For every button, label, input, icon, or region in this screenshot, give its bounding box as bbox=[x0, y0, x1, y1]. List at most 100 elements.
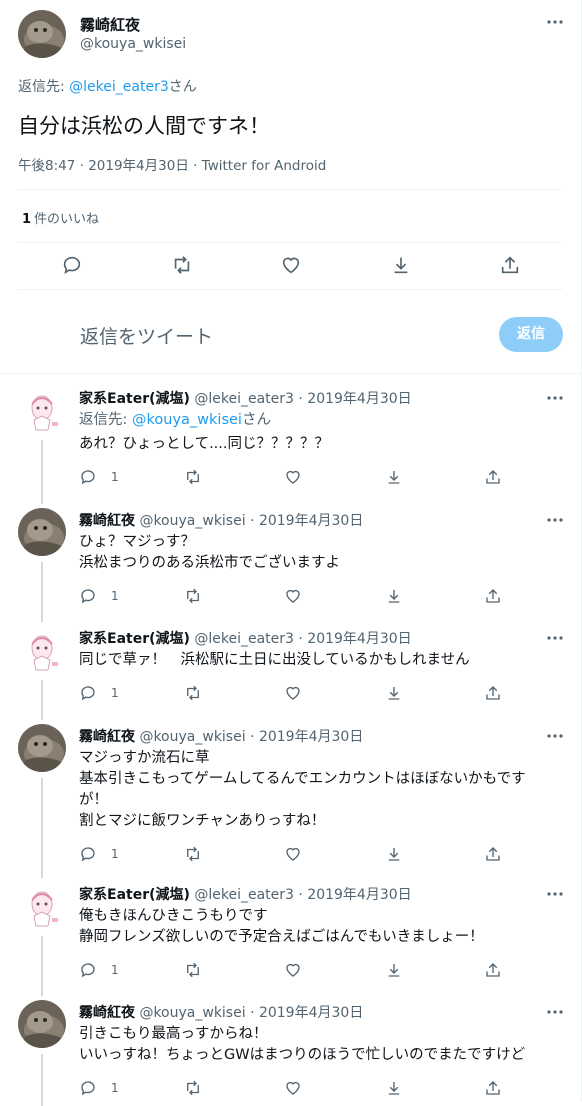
reply-display-name[interactable]: 霧崎紅夜 bbox=[79, 729, 135, 745]
retweet-action[interactable] bbox=[184, 683, 202, 703]
retweet-icon[interactable] bbox=[184, 587, 202, 605]
reply-date[interactable]: · 2019年4月30日 bbox=[298, 391, 411, 407]
bookmark-icon[interactable] bbox=[385, 961, 403, 979]
bookmark-icon[interactable] bbox=[385, 587, 403, 605]
more-options-icon[interactable] bbox=[545, 628, 565, 648]
reply-avatar[interactable] bbox=[18, 508, 66, 556]
share-action[interactable] bbox=[484, 683, 502, 703]
like-action[interactable] bbox=[284, 586, 302, 606]
reply-date[interactable]: · 2019年4月30日 bbox=[250, 513, 363, 529]
reply-icon[interactable] bbox=[79, 961, 97, 979]
reply-handle[interactable]: @lekei_eater3 bbox=[194, 391, 294, 407]
retweet-action[interactable] bbox=[184, 960, 202, 980]
reply-avatar[interactable] bbox=[18, 724, 66, 772]
share-icon[interactable] bbox=[484, 961, 502, 979]
retweet-icon[interactable] bbox=[184, 468, 202, 486]
like-action[interactable] bbox=[284, 960, 302, 980]
share-icon[interactable] bbox=[484, 845, 502, 863]
bookmark-icon[interactable] bbox=[385, 684, 403, 702]
reply-avatar[interactable] bbox=[18, 882, 66, 930]
reply-action[interactable]: 1 bbox=[79, 1078, 119, 1098]
more-options-icon[interactable] bbox=[545, 1002, 565, 1022]
bookmark-action[interactable] bbox=[385, 586, 403, 606]
bookmark-icon[interactable] bbox=[385, 845, 403, 863]
retweet-icon[interactable] bbox=[184, 961, 202, 979]
share-action[interactable] bbox=[484, 467, 502, 487]
reply-action[interactable]: 1 bbox=[79, 960, 119, 980]
main-display-name[interactable]: 霧崎紅夜 bbox=[80, 14, 140, 35]
bookmark-action[interactable] bbox=[385, 960, 403, 980]
reply-to-handle-link[interactable]: @kouya_wkisei bbox=[132, 412, 242, 428]
reply-avatar[interactable] bbox=[18, 626, 66, 674]
reply-icon[interactable] bbox=[79, 468, 97, 486]
bookmark-action[interactable] bbox=[385, 683, 403, 703]
reply-display-name[interactable]: 家系Eater(減塩) bbox=[79, 631, 190, 647]
reply-avatar[interactable] bbox=[18, 386, 66, 434]
bookmark-action[interactable] bbox=[385, 467, 403, 487]
reply-handle[interactable]: @kouya_wkisei bbox=[139, 1005, 245, 1021]
retweet-icon[interactable] bbox=[184, 1079, 202, 1097]
retweet-action[interactable] bbox=[184, 586, 202, 606]
reply-handle[interactable]: @lekei_eater3 bbox=[194, 887, 294, 903]
reply-date[interactable]: · 2019年4月30日 bbox=[250, 729, 363, 745]
reply-action[interactable]: 1 bbox=[79, 467, 119, 487]
reply-icon[interactable] bbox=[79, 587, 97, 605]
more-options-icon[interactable] bbox=[545, 510, 565, 530]
retweet-icon[interactable] bbox=[184, 845, 202, 863]
like-action[interactable] bbox=[284, 844, 302, 864]
share-icon[interactable] bbox=[484, 468, 502, 486]
reply-handle[interactable]: @lekei_eater3 bbox=[194, 631, 294, 647]
retweet-icon[interactable] bbox=[171, 254, 193, 276]
reply-action[interactable]: 1 bbox=[79, 683, 119, 703]
share-action[interactable] bbox=[484, 586, 502, 606]
bookmark-action[interactable] bbox=[385, 844, 403, 864]
reply-action[interactable]: 1 bbox=[79, 586, 119, 606]
share-action[interactable] bbox=[484, 960, 502, 980]
reply-to-handle-link[interactable]: @lekei_eater3 bbox=[69, 79, 169, 95]
reply-handle[interactable]: @kouya_wkisei bbox=[139, 513, 245, 529]
reply-display-name[interactable]: 家系Eater(減塩) bbox=[79, 887, 190, 903]
share-icon[interactable] bbox=[499, 254, 521, 276]
likes-count[interactable]: 1 件のいいね bbox=[22, 208, 99, 227]
reply-button[interactable]: 返信 bbox=[499, 317, 563, 352]
like-icon[interactable] bbox=[284, 845, 302, 863]
like-icon[interactable] bbox=[284, 587, 302, 605]
like-icon[interactable] bbox=[280, 254, 302, 276]
retweet-icon[interactable] bbox=[184, 684, 202, 702]
more-options-icon[interactable] bbox=[545, 12, 565, 32]
reply-icon[interactable] bbox=[79, 684, 97, 702]
like-action[interactable] bbox=[284, 1078, 302, 1098]
share-icon[interactable] bbox=[484, 684, 502, 702]
share-action[interactable] bbox=[484, 1078, 502, 1098]
bookmark-action[interactable] bbox=[385, 1078, 403, 1098]
more-options-icon[interactable] bbox=[545, 388, 565, 408]
reply-display-name[interactable]: 霧崎紅夜 bbox=[79, 1005, 135, 1021]
reply-icon[interactable] bbox=[79, 845, 97, 863]
more-options-icon[interactable] bbox=[545, 884, 565, 904]
retweet-action[interactable] bbox=[184, 844, 202, 864]
main-tweet-timestamp[interactable]: 午後8:47 · 2019年4月30日 · Twitter for Androi… bbox=[18, 154, 326, 174]
share-action[interactable] bbox=[484, 844, 502, 864]
reply-date[interactable]: · 2019年4月30日 bbox=[250, 1005, 363, 1021]
bookmark-icon[interactable] bbox=[385, 468, 403, 486]
like-icon[interactable] bbox=[284, 468, 302, 486]
retweet-action[interactable] bbox=[184, 1078, 202, 1098]
main-handle[interactable]: @kouya_wkisei bbox=[80, 36, 186, 52]
reply-action[interactable]: 1 bbox=[79, 844, 119, 864]
reply-avatar[interactable] bbox=[18, 1000, 66, 1048]
reply-handle[interactable]: @kouya_wkisei bbox=[139, 729, 245, 745]
reply-icon[interactable] bbox=[61, 254, 83, 276]
like-icon[interactable] bbox=[284, 1079, 302, 1097]
more-options-icon[interactable] bbox=[545, 726, 565, 746]
like-action[interactable] bbox=[284, 467, 302, 487]
reply-icon[interactable] bbox=[79, 1079, 97, 1097]
bookmark-icon[interactable] bbox=[385, 1079, 403, 1097]
reply-display-name[interactable]: 霧崎紅夜 bbox=[79, 513, 135, 529]
reply-date[interactable]: · 2019年4月30日 bbox=[298, 631, 411, 647]
retweet-action[interactable] bbox=[184, 467, 202, 487]
bookmark-icon[interactable] bbox=[390, 254, 412, 276]
share-icon[interactable] bbox=[484, 587, 502, 605]
like-icon[interactable] bbox=[284, 961, 302, 979]
like-icon[interactable] bbox=[284, 684, 302, 702]
main-avatar[interactable] bbox=[18, 10, 66, 58]
